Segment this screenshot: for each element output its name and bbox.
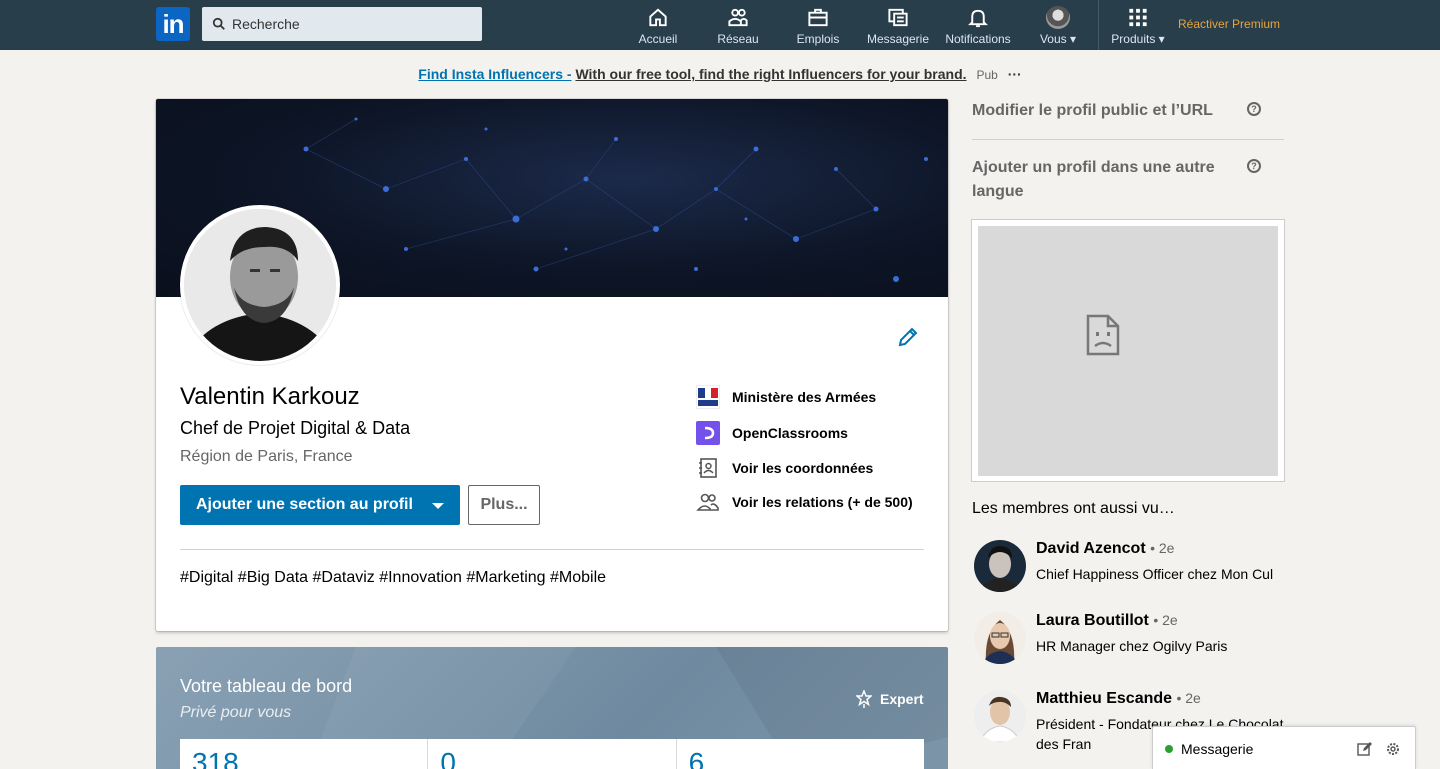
- search-box[interactable]: [202, 7, 482, 41]
- nav-products-label: Produits ▾: [1111, 32, 1165, 46]
- online-status-icon: [1165, 745, 1173, 753]
- connections-link[interactable]: Voir les relations (+ de 500): [696, 490, 913, 514]
- dashboard-card: Votre tableau de bord Privé pour vous Ex…: [156, 647, 948, 769]
- education[interactable]: OpenClassrooms: [696, 421, 848, 445]
- grid-icon: [1129, 8, 1147, 27]
- also-viewed-title: Les membres ont aussi vu…: [972, 500, 1175, 517]
- nav-network[interactable]: Réseau: [717, 6, 759, 46]
- search-input[interactable]: [232, 16, 472, 32]
- ad-banner: Find Insta Influencers - With our free t…: [0, 66, 1440, 82]
- divider: [180, 549, 924, 550]
- profile-photo[interactable]: [180, 205, 340, 365]
- suggested-profile-name: Laura Boutillot • 2e: [1036, 612, 1178, 629]
- avatar[interactable]: [974, 612, 1026, 664]
- ad-image-area: [978, 226, 1278, 476]
- contact-info-label: Voir les coordonnées: [732, 460, 874, 476]
- help-icon[interactable]: ?: [1247, 102, 1261, 116]
- gear-icon[interactable]: [1385, 741, 1401, 757]
- suggested-profile-name: Matthieu Escande • 2e: [1036, 690, 1201, 707]
- more-options-icon[interactable]: ···: [1008, 66, 1022, 82]
- broken-image-icon: [1086, 314, 1120, 356]
- current-company-label: Ministère des Armées: [732, 389, 877, 405]
- avatar-icon: [1046, 6, 1070, 29]
- current-company[interactable]: Ministère des Armées: [696, 385, 876, 409]
- network-icon: [728, 8, 748, 27]
- linkedin-logo[interactable]: in: [156, 7, 190, 41]
- nav-jobs[interactable]: Emplois: [796, 6, 840, 46]
- education-label: OpenClassrooms: [732, 425, 848, 441]
- dashboard-stat[interactable]: 6: [677, 739, 924, 769]
- profile-hashtags: #Digital #Big Data #Dataviz #Innovation …: [180, 569, 607, 586]
- dashboard-subtitle: Privé pour vous: [180, 704, 292, 721]
- ad-link[interactable]: Find Insta Influencers -: [418, 66, 571, 82]
- suggested-profile-name: David Azencot • 2e: [1036, 540, 1175, 557]
- suggested-profile-title: HR Manager chez Ogilvy Paris: [1036, 638, 1228, 654]
- top-nav: in Accueil Réseau Emplois Messagerie Not…: [0, 0, 1440, 50]
- add-profile-section-label: Ajouter une section au profil: [196, 496, 413, 513]
- expert-label: Expert: [880, 691, 924, 707]
- bell-icon: [968, 9, 988, 28]
- contact-card-icon: [696, 456, 720, 480]
- expert-link[interactable]: Expert: [856, 690, 924, 708]
- more-button[interactable]: Plus...: [468, 485, 540, 525]
- messaging-icon: [888, 8, 908, 27]
- avatar[interactable]: [974, 540, 1026, 592]
- help-icon[interactable]: ?: [1247, 159, 1261, 173]
- nav-notifications-label: Notifications: [945, 32, 1011, 46]
- divider: [972, 139, 1284, 140]
- home-icon: [649, 8, 667, 27]
- dashboard-stat[interactable]: 318: [180, 739, 429, 769]
- nav-separator: [1098, 0, 1099, 50]
- contact-info-link[interactable]: Voir les coordonnées: [696, 456, 873, 480]
- messaging-label: Messagerie: [1181, 741, 1254, 757]
- nav-products[interactable]: Produits ▾: [1106, 6, 1170, 46]
- dashboard-stats: 318 0 6: [180, 739, 924, 769]
- nav-me[interactable]: Vous ▾: [1036, 6, 1080, 46]
- suggested-profile-title: Chief Happiness Officer chez Mon Cul: [1036, 566, 1274, 582]
- dashboard-stat[interactable]: 0: [428, 739, 677, 769]
- premium-link[interactable]: Réactiver Premium: [1178, 17, 1280, 31]
- profile-location: Région de Paris, France: [180, 448, 353, 465]
- nav-home-label: Accueil: [638, 32, 678, 46]
- nav-jobs-label: Emplois: [796, 32, 840, 46]
- messaging-bar[interactable]: Messagerie: [1152, 726, 1416, 769]
- nav-home[interactable]: Accueil: [638, 6, 678, 46]
- dashboard-title: Votre tableau de bord: [180, 676, 353, 696]
- profile-name: Valentin Karkouz: [180, 383, 360, 410]
- avatar[interactable]: [974, 690, 1026, 742]
- nav-messaging[interactable]: Messagerie: [865, 6, 931, 46]
- search-icon: [212, 17, 225, 30]
- ministry-logo-icon: [696, 385, 720, 409]
- ad-text[interactable]: With our free tool, find the right Influ…: [575, 66, 966, 82]
- profile-card: Valentin Karkouz Chef de Projet Digital …: [156, 99, 948, 631]
- add-profile-section-button[interactable]: Ajouter une section au profil: [180, 485, 460, 525]
- nav-messaging-label: Messagerie: [866, 32, 930, 46]
- ad-pub-label: Pub: [976, 68, 998, 82]
- nav-network-label: Réseau: [717, 32, 759, 46]
- profile-headline: Chef de Projet Digital & Data: [180, 418, 411, 438]
- nav-me-label: Vous ▾: [1039, 32, 1077, 46]
- edit-pencil-icon[interactable]: [896, 325, 920, 349]
- people-icon: [696, 490, 720, 514]
- openclassrooms-logo-icon: [696, 421, 720, 445]
- connections-label: Voir les relations (+ de 500): [732, 494, 913, 510]
- edit-public-profile-link[interactable]: Modifier le profil public et l’URL: [972, 99, 1242, 123]
- nav-notifications[interactable]: Notifications: [942, 6, 1014, 46]
- compose-icon[interactable]: [1357, 741, 1373, 757]
- ad-placeholder[interactable]: [971, 219, 1285, 482]
- add-language-profile-link[interactable]: Ajouter un profil dans une autre langue: [972, 156, 1242, 204]
- briefcase-icon: [808, 8, 828, 27]
- dropdown-caret-icon: [432, 503, 444, 509]
- star-badge-icon: [856, 690, 872, 708]
